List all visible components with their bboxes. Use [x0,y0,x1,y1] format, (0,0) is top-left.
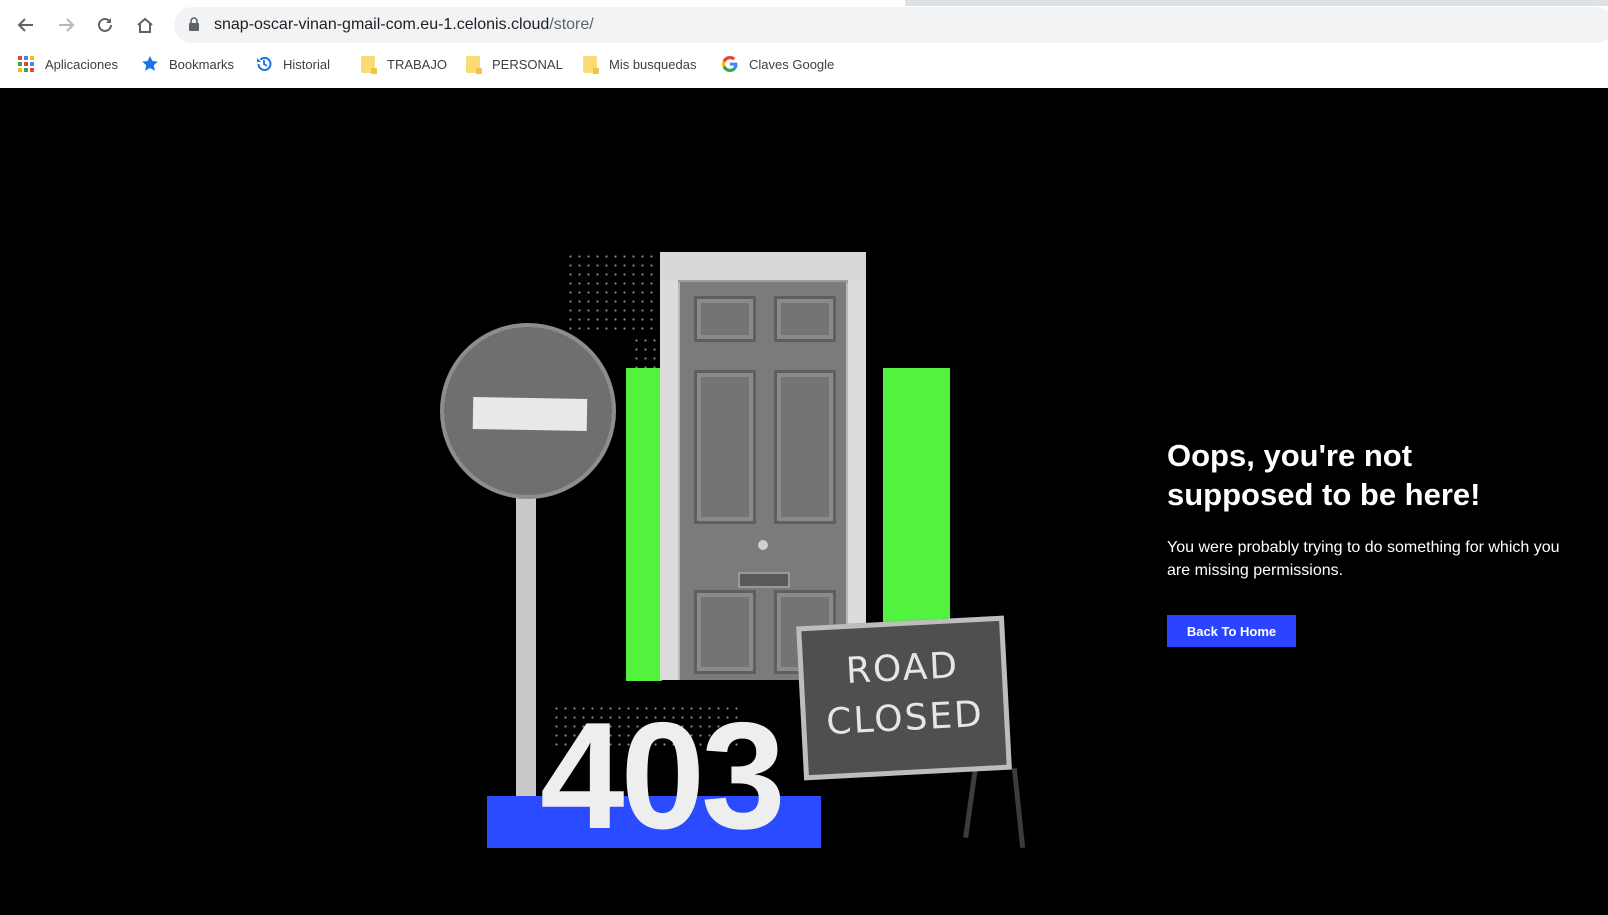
reload-icon[interactable] [90,10,120,40]
history-icon [254,54,274,74]
tab-strip [0,0,1608,6]
road-sign-line2: CLOSED [825,693,985,744]
home-icon[interactable] [130,10,160,40]
error-description: You were probably trying to do something… [1167,539,1560,579]
browser-chrome: snap-oscar-vinan-gmail-com.eu-1.celonis.… [0,0,1608,88]
star-icon [140,54,160,74]
bookmark-personal[interactable]: PERSONAL [463,50,563,78]
bookmark-trabajo[interactable]: TRABAJO [358,50,447,78]
green-block-left [626,368,662,681]
bookmark-bookmarks[interactable]: Bookmarks [140,50,234,78]
lock-icon[interactable] [188,17,200,37]
bookmark-label: Aplicaciones [45,56,118,72]
bookmark-historial[interactable]: Historial [254,50,330,78]
no-entry-bar [472,397,588,431]
back-arrow-icon[interactable] [11,10,41,40]
sign-leg [1011,767,1026,849]
folder-icon [463,54,483,74]
error-page: 403 ROAD CLOSED Oops, you're not suppose… [0,88,1608,915]
bookmark-label: PERSONAL [492,56,563,72]
google-g-icon [720,54,740,74]
bookmark-label: Bookmarks [169,56,235,72]
bookmark-aplicaciones[interactable]: Aplicaciones [16,50,118,78]
bookmark-label: Claves Google [749,56,835,72]
dot-pattern-top [566,252,656,336]
bookmark-label: Mis busquedas [609,56,697,72]
bookmark-mis-busquedas[interactable]: Mis busquedas [580,50,696,78]
url-host: snap-oscar-vinan-gmail-com.eu-1.celonis.… [214,16,550,33]
url-text[interactable]: snap-oscar-vinan-gmail-com.eu-1.celonis.… [214,16,594,34]
bookmark-claves-google[interactable]: Claves Google [720,50,834,78]
folder-icon [580,54,600,74]
road-closed-sign: ROAD CLOSED [796,615,1012,781]
bookmark-label: Historial [283,56,330,72]
bookmarks-bar: Aplicaciones Bookmarks Historial TRABAJO… [0,50,1608,78]
green-block-right [883,368,950,622]
sign-pole [516,498,536,838]
sign-leg [963,767,978,839]
error-code: 403 [540,691,786,861]
folder-icon [358,54,378,74]
bookmark-label: TRABAJO [387,56,447,72]
back-to-home-button[interactable]: Back To Home [1167,615,1296,647]
address-bar[interactable]: snap-oscar-vinan-gmail-com.eu-1.celonis.… [174,7,1608,43]
road-sign-line1: ROAD [844,645,960,692]
error-title: Oops, you're not supposed to be here! [1167,438,1481,512]
url-path: /store/ [549,16,594,33]
forward-arrow-icon[interactable] [51,10,81,40]
apps-grid-icon [16,54,36,74]
door-image [660,252,866,680]
